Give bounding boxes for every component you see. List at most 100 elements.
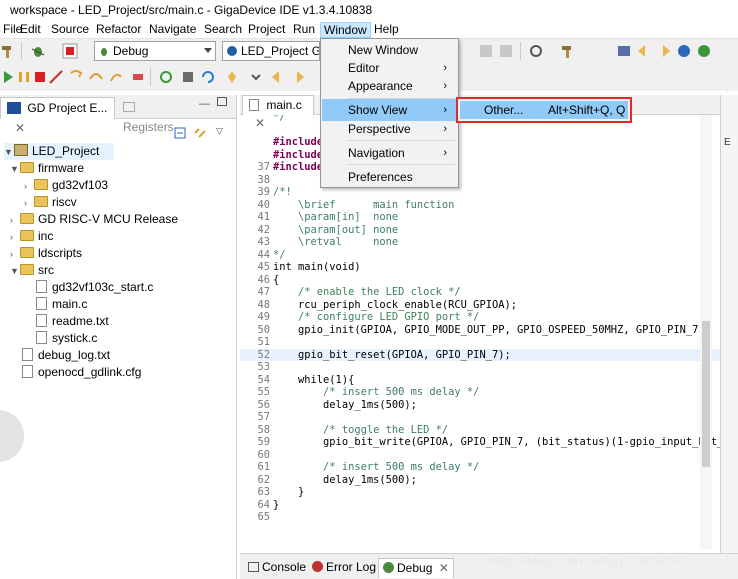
tab-console[interactable]: Console [244,558,310,578]
tree-item-folder[interactable]: › riscv [24,194,77,211]
build-hammer-icon[interactable] [0,43,16,59]
save-icon[interactable] [478,43,494,59]
close-icon[interactable]: ✕ [439,561,449,575]
tab-main-c[interactable]: main.c ✕ [242,95,314,130]
c-file-icon [36,280,47,293]
suspend-icon[interactable] [16,69,32,85]
folder-icon [20,162,34,173]
code-text: gpio_bit_reset(GPIOA, GPIO_PIN_7); [273,348,511,361]
chevron-right-icon[interactable]: › [10,246,20,263]
menu-navigate[interactable]: Navigate [146,22,199,38]
tree-item-file[interactable]: debug_log.txt [22,347,110,364]
tree-item-folder[interactable]: › GD RISC-V MCU Release [10,211,178,228]
tree-item-file[interactable]: main.c [36,296,87,313]
step-return-icon[interactable] [108,69,124,85]
menu-item-label: Navigation [348,146,405,160]
globe-icon[interactable] [676,43,692,59]
line-number: 37 [257,161,270,173]
restart-icon[interactable] [158,69,174,85]
expand-icon[interactable] [248,69,264,85]
chevron-down-icon[interactable]: ▼ [4,144,14,161]
debug-bug-icon[interactable] [30,43,46,59]
code-line: 39/*! [240,186,720,199]
chevron-right-icon[interactable]: › [24,195,34,212]
step-into-icon[interactable] [68,69,84,85]
build-hammer-icon[interactable] [560,43,576,59]
terminate-icon[interactable] [32,69,48,85]
code-text: \param[out] none [273,223,399,236]
tree-item-project[interactable]: ▼ LED_Project [4,143,114,160]
chevron-right-icon[interactable]: › [24,178,34,195]
menu-edit[interactable]: Edit [17,22,44,38]
tree-item-folder[interactable]: ▼ src [10,262,54,279]
chip-icon[interactable] [180,69,196,85]
tree-item-file[interactable]: readme.txt [36,313,109,330]
menu-refactor[interactable]: Refactor [93,22,144,38]
arrow-left-icon[interactable] [636,43,652,59]
menu-help[interactable]: Help [371,22,402,38]
chevron-right-icon[interactable]: › [10,229,20,246]
code-line: 59 gpio_bit_write(GPIOA, GPIO_PIN_7, (bi… [240,436,720,449]
tree-item-folder[interactable]: › inc [10,228,53,245]
tab-gd-project-explorer[interactable]: GD Project E... ✕ [0,97,115,135]
launch-config-combo[interactable]: LED_Project GD [222,41,320,61]
step-over-icon[interactable] [88,69,104,85]
code-line: 42 \param[out] none [240,224,720,237]
launch-mode-combo[interactable]: Debug [94,41,216,61]
device-icon[interactable] [616,43,632,59]
chevron-right-icon[interactable]: › [10,212,20,229]
back-icon[interactable] [270,69,286,85]
code-line: 57 [240,411,720,424]
project-icon [14,144,28,156]
tree-item-label: src [38,263,54,277]
minimize-icon[interactable]: — [199,98,210,110]
menu-source[interactable]: Source [48,22,92,38]
settings-gear-icon[interactable] [528,43,544,59]
disconnect-icon[interactable] [48,69,64,85]
editor-scrollbar[interactable] [700,115,712,549]
debug-bug-icon [101,48,107,56]
menu-search[interactable]: Search [201,22,245,38]
collapse-all-icon[interactable] [174,127,186,139]
maximize-icon[interactable] [217,97,227,106]
resume-icon[interactable] [0,69,16,85]
menu-item-navigation[interactable]: Navigation › [322,142,457,164]
menu-run[interactable]: Run [290,22,318,38]
tree-item-folder[interactable]: › ldscripts [10,245,82,262]
tab-registers[interactable]: Registers [117,97,195,134]
chevron-down-icon[interactable]: ▼ [10,161,20,178]
menu-item-appearance[interactable]: Appearance › [322,75,457,97]
arrow-right-icon[interactable] [656,43,672,59]
tree-item-folder[interactable]: › gd32vf103 [24,177,108,194]
code-area[interactable]: */#include #include 37 #include 38 39/*! 40 \b… [240,115,720,549]
menu-item-other[interactable]: Other... Alt+Shift+Q, Q [460,101,628,119]
right-panel-tab[interactable]: E [724,137,731,148]
config-icon [227,46,237,56]
pin-icon[interactable] [224,69,240,85]
save-all-icon[interactable] [498,43,514,59]
tree-item-file[interactable]: openocd_gdlink.cfg [22,364,141,381]
tree-item-file[interactable]: systick.c [36,330,97,347]
scrollbar-thumb[interactable] [702,321,710,467]
code-text: /* enable the LED clock */ [273,286,461,298]
window-menu-dropdown: New Window Editor › Appearance › Show View… [320,38,459,188]
menu-project[interactable]: Project [245,22,288,38]
tree-item-folder[interactable]: ▼ firmware [10,160,84,177]
menu-window[interactable]: Window [320,22,371,38]
view-menu-icon[interactable]: ▽ [216,126,223,137]
menu-item-perspective[interactable]: Perspective › [322,118,457,140]
forward-icon[interactable] [290,69,306,85]
menu-item-preferences[interactable]: Preferences [322,166,457,188]
instruction-step-icon[interactable] [130,69,146,85]
tab-debug[interactable]: Debug ✕ [378,558,454,578]
chevron-down-icon[interactable]: ▼ [10,263,20,280]
stop-icon[interactable] [62,43,78,59]
link-editor-icon[interactable] [194,127,206,139]
tree-item-file[interactable]: gd32vf103c_start.c [36,279,153,296]
run-icon[interactable] [696,43,712,59]
refresh-icon[interactable] [200,69,216,85]
tab-error-log[interactable]: Error Log [308,558,380,578]
tab-label: Error Log [326,560,377,574]
close-icon[interactable]: ✕ [15,121,25,135]
code-text: rcu_periph_clock_enable(RCU_GPIOA); [273,298,517,311]
